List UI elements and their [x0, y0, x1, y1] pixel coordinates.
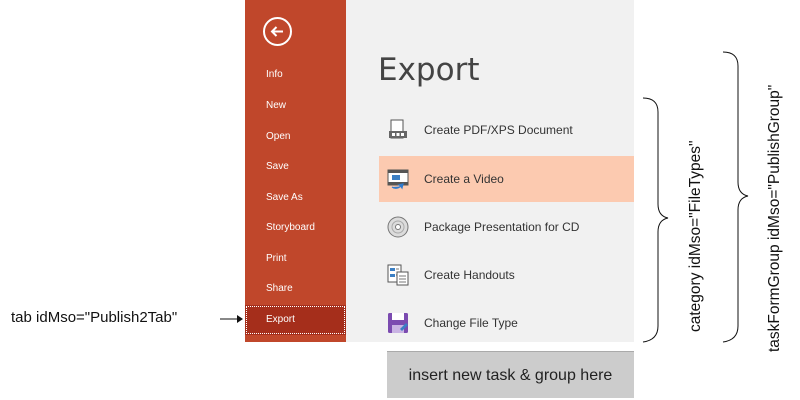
- task-label: Create a Video: [424, 172, 504, 186]
- arrow-icon: [220, 315, 243, 323]
- sidebar-item-new[interactable]: New: [245, 91, 346, 121]
- task-form-group-brace: [722, 51, 749, 343]
- back-button[interactable]: [263, 17, 292, 46]
- pdf-document-icon: [389, 119, 407, 139]
- task-change-file-type[interactable]: Change File Type: [379, 300, 634, 346]
- sidebar-item-open[interactable]: Open: [245, 122, 346, 152]
- sidebar-item-info[interactable]: Info: [245, 60, 346, 90]
- sidebar-item-storyboard[interactable]: Storyboard: [245, 213, 346, 243]
- page-title: Export: [378, 52, 480, 88]
- video-icon: [387, 169, 409, 190]
- task-form-group-annotation: taskFormGroup idMso="PublishGroup": [766, 84, 783, 352]
- task-label: Change File Type: [424, 316, 518, 330]
- handouts-icon: [387, 264, 409, 286]
- task-label: Package Presentation for CD: [424, 220, 580, 234]
- sidebar-item-export[interactable]: Export: [245, 305, 346, 335]
- back-arrow-icon: [270, 26, 283, 37]
- task-label: Create PDF/XPS Document: [424, 123, 573, 137]
- sidebar-item-save-as[interactable]: Save As: [245, 183, 346, 213]
- sidebar-item-share[interactable]: Share: [245, 274, 346, 304]
- export-pane: Export Create PDF/XPS Document Create a …: [346, 0, 634, 342]
- task-create-video[interactable]: Create a Video: [379, 156, 634, 202]
- cd-icon: [387, 216, 409, 238]
- file-type-icon: [388, 313, 408, 333]
- tab-annotation: tab idMso="Publish2Tab": [11, 309, 178, 326]
- category-annotation: category idMso="FileTypes": [687, 140, 704, 333]
- task-label: Create Handouts: [424, 268, 515, 282]
- insert-placeholder: insert new task & group here: [387, 351, 634, 398]
- task-create-handouts[interactable]: Create Handouts: [379, 252, 634, 298]
- category-brace: [642, 97, 669, 343]
- backstage-sidebar: Info New Open Save Save As Storyboard Pr…: [245, 0, 346, 342]
- sidebar-item-print[interactable]: Print: [245, 244, 346, 274]
- task-create-pdf-xps[interactable]: Create PDF/XPS Document: [379, 107, 634, 153]
- sidebar-item-save[interactable]: Save: [245, 152, 346, 182]
- task-package-for-cd[interactable]: Package Presentation for CD: [379, 204, 634, 250]
